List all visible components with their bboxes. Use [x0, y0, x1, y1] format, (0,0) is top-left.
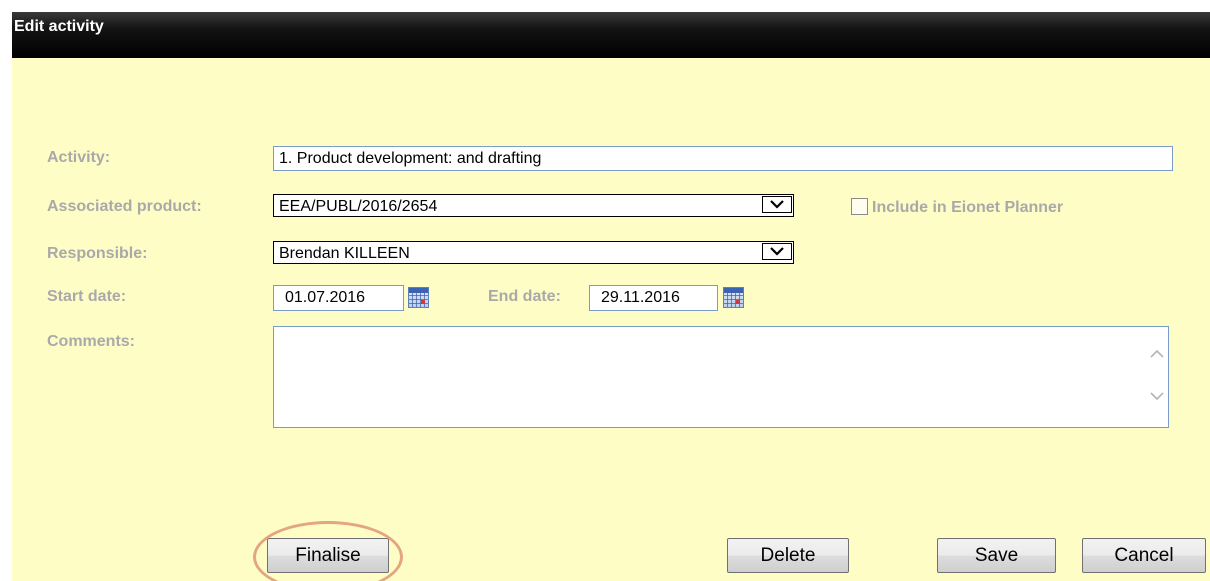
- responsible-value: Brendan KILLEEN: [279, 245, 410, 262]
- activity-input[interactable]: 1. Product development: and drafting: [273, 146, 1173, 171]
- scroll-down-icon: [1150, 392, 1164, 401]
- dialog-title: Edit activity: [14, 18, 104, 35]
- cancel-button[interactable]: Cancel: [1082, 538, 1206, 573]
- dialog-title-bar: Edit activity: [12, 12, 1210, 58]
- responsible-select[interactable]: Brendan KILLEEN: [273, 241, 794, 264]
- chevron-down-icon[interactable]: [762, 243, 792, 260]
- associated-product-select[interactable]: EEA/PUBL/2016/2654: [273, 194, 794, 217]
- calendar-icon[interactable]: [408, 287, 429, 308]
- calendar-icon[interactable]: [723, 287, 744, 308]
- associated-product-label: Associated product:: [47, 198, 202, 215]
- include-eionet-checkbox[interactable]: [851, 198, 868, 215]
- comments-label: Comments:: [47, 333, 136, 350]
- chevron-down-icon[interactable]: [762, 196, 792, 213]
- start-date-input[interactable]: 01.07.2016: [273, 285, 404, 311]
- start-date-label: Start date:: [47, 288, 127, 305]
- include-eionet-label: Include in Eionet Planner: [872, 199, 1064, 216]
- save-button[interactable]: Save: [937, 538, 1056, 573]
- end-date-input[interactable]: 29.11.2016: [589, 285, 718, 311]
- comments-textarea[interactable]: [273, 326, 1169, 428]
- end-date-label: End date:: [488, 288, 561, 305]
- highlight-circle: [253, 521, 403, 581]
- scroll-up-icon: [1150, 349, 1164, 358]
- delete-button[interactable]: Delete: [727, 538, 849, 573]
- edit-activity-dialog: Edit activity Activity: 1. Product devel…: [12, 12, 1210, 581]
- responsible-label: Responsible:: [47, 245, 148, 262]
- associated-product-value: EEA/PUBL/2016/2654: [279, 198, 438, 215]
- comments-scrollbar[interactable]: [1146, 327, 1168, 427]
- activity-label: Activity:: [47, 149, 111, 166]
